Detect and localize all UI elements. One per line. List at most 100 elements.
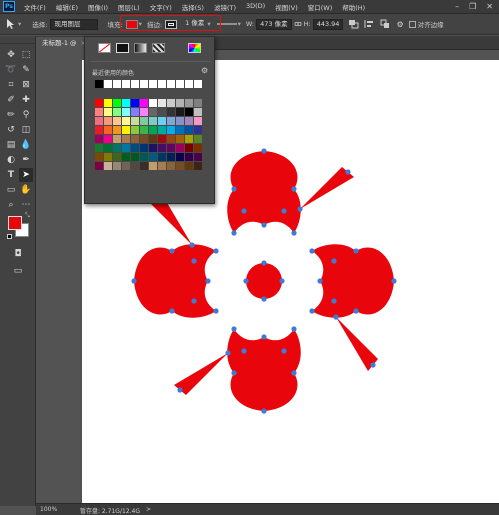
color-swatch[interactable] [95,135,103,143]
screen-mode-icon[interactable]: ▭ [11,264,25,278]
default-colors-icon[interactable] [7,234,12,239]
color-swatch[interactable] [140,153,148,161]
recent-color-swatch[interactable] [185,80,193,88]
color-swatch[interactable] [113,162,121,170]
color-swatch[interactable] [176,108,184,116]
quick-mask-icon[interactable]: ◘ [11,247,25,261]
path-select-tool-icon[interactable]: ➤ [19,168,33,182]
color-swatch[interactable] [140,108,148,116]
spot-heal-tool-icon[interactable]: ✚ [19,93,33,107]
color-swatch[interactable] [194,135,202,143]
recent-color-swatch[interactable] [167,80,175,88]
color-swatch[interactable] [167,162,175,170]
color-swatch[interactable] [149,108,157,116]
color-swatch[interactable] [131,153,139,161]
solid-color-button[interactable] [116,43,129,53]
color-swatch[interactable] [131,135,139,143]
brush-tool-icon[interactable]: ✏ [4,108,18,122]
color-swatch[interactable] [167,99,175,107]
color-swatch[interactable] [185,135,193,143]
color-swatch[interactable] [113,144,121,152]
stroke-type-dropdown[interactable]: ▾ [216,20,241,28]
color-swatch[interactable] [113,108,121,116]
recent-color-swatch[interactable] [122,80,130,88]
color-swatch[interactable] [185,162,193,170]
recent-color-swatch[interactable] [95,80,103,88]
color-swatch[interactable] [194,153,202,161]
color-swatch[interactable] [194,162,202,170]
color-swatch[interactable] [167,144,175,152]
pattern-button[interactable] [152,43,165,53]
panel-grip[interactable] [0,36,35,44]
color-swatch[interactable] [140,135,148,143]
color-swatch[interactable] [158,99,166,107]
link-icon[interactable] [294,20,302,28]
color-swatch[interactable] [176,135,184,143]
color-swatch[interactable] [158,126,166,134]
recent-color-swatch[interactable] [140,80,148,88]
stroke-color-swatch[interactable] [165,19,178,29]
color-swatch[interactable] [95,99,103,107]
color-swatch[interactable] [194,144,202,152]
color-swatch[interactable] [122,135,130,143]
color-swatch[interactable] [158,135,166,143]
color-swatch[interactable] [176,126,184,134]
color-swatch[interactable] [95,126,103,134]
tool-preset-picker[interactable]: ▾ [4,18,21,30]
quick-select-tool-icon[interactable]: ✎ [19,63,33,77]
eraser-tool-icon[interactable]: ◫ [19,123,33,137]
color-swatch[interactable] [131,108,139,116]
recent-color-swatch[interactable] [194,80,202,88]
color-swatch[interactable] [167,126,175,134]
color-swatch[interactable] [113,117,121,125]
foreground-color[interactable] [8,216,22,230]
frame-tool-icon[interactable]: ⊠ [19,78,33,92]
path-arrangement-button[interactable] [380,19,391,29]
no-color-button[interactable] [98,43,111,53]
color-swatch[interactable] [104,99,112,107]
marquee-tool-icon[interactable]: ⬚ [19,48,33,62]
color-swatch[interactable] [176,153,184,161]
menu-item-4[interactable]: 文字(Y) [145,2,177,12]
color-swatch[interactable] [185,144,193,152]
color-swatch[interactable] [113,135,121,143]
color-swatch[interactable] [95,108,103,116]
blur-tool-icon[interactable]: 💧 [19,138,33,152]
color-swatch[interactable] [185,126,193,134]
color-swatch[interactable] [194,99,202,107]
type-tool-icon[interactable]: T [4,168,18,182]
menu-item-9[interactable]: 窗口(W) [303,2,338,12]
color-swatch[interactable] [185,108,193,116]
gear-icon[interactable]: ⚙ [201,66,208,75]
menu-item-1[interactable]: 编辑(E) [51,2,83,12]
width-field[interactable]: 473 像素 [256,18,292,30]
menu-item-10[interactable]: 帮助(H) [337,2,370,12]
color-swatch[interactable] [131,99,139,107]
status-arrow-icon[interactable]: > [146,506,151,513]
color-swatch[interactable] [140,126,148,134]
color-swatch[interactable] [149,117,157,125]
recent-color-swatch[interactable] [131,80,139,88]
color-swatch[interactable] [176,117,184,125]
color-swatch[interactable] [122,99,130,107]
color-swatch[interactable] [149,144,157,152]
fill-color-swatch[interactable] [125,19,138,29]
color-swatch[interactable] [194,126,202,134]
color-swatch[interactable] [122,108,130,116]
zoom-tool-icon[interactable]: ⌕ [4,198,18,212]
color-swatch[interactable] [131,144,139,152]
height-field[interactable]: 443.94 [312,18,344,30]
color-swatch[interactable] [149,162,157,170]
color-swatch[interactable] [185,153,193,161]
color-swatch[interactable] [104,144,112,152]
color-swatch[interactable] [149,135,157,143]
color-swatch[interactable] [122,144,130,152]
color-swatch[interactable] [104,117,112,125]
color-swatch[interactable] [104,108,112,116]
move-tool-icon[interactable]: ✥ [4,48,18,62]
color-swatch[interactable] [140,117,148,125]
color-swatch[interactable] [122,153,130,161]
shape-tool-icon[interactable]: ▭ [4,183,18,197]
eyedropper-tool-icon[interactable]: ✐ [4,93,18,107]
color-swatch[interactable] [176,144,184,152]
